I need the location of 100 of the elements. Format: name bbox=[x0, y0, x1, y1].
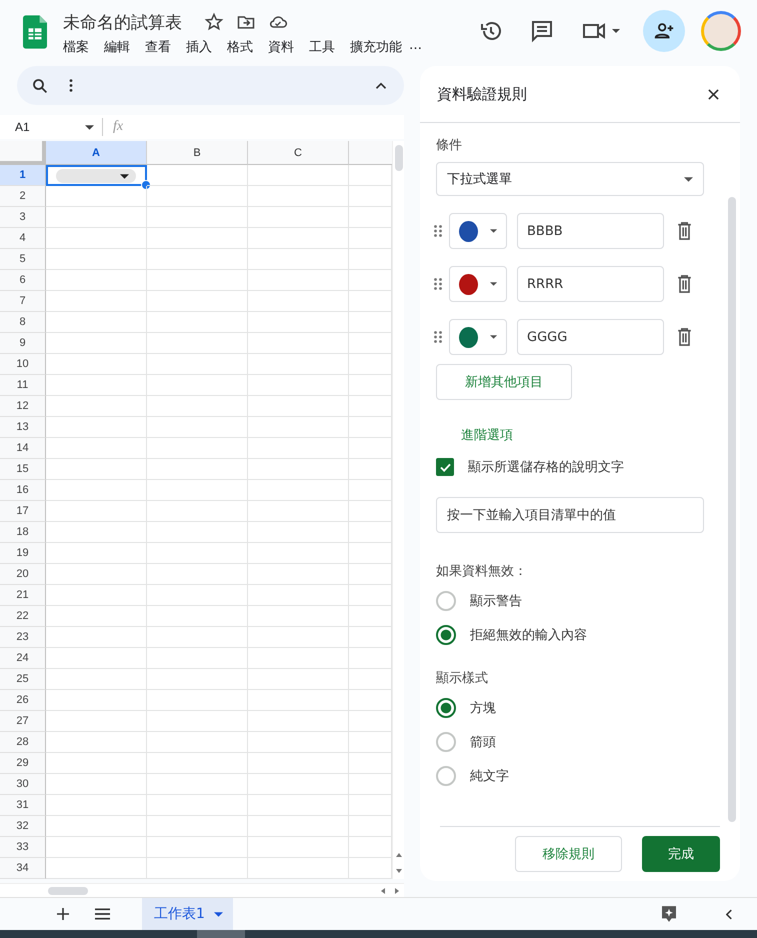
sheet-tab[interactable]: 工作表1 bbox=[142, 898, 233, 930]
criteria-dropdown[interactable]: 下拉式選單 bbox=[436, 162, 704, 196]
close-icon[interactable] bbox=[708, 88, 719, 100]
column-header[interactable]: B bbox=[147, 141, 248, 166]
row-header[interactable]: 34 bbox=[0, 858, 46, 880]
row-header[interactable]: 14 bbox=[0, 438, 46, 460]
row-header[interactable]: 8 bbox=[0, 312, 46, 334]
radio-button[interactable] bbox=[436, 732, 456, 752]
row-header[interactable]: 22 bbox=[0, 606, 46, 628]
star-icon[interactable] bbox=[204, 12, 224, 32]
row-header[interactable]: 4 bbox=[0, 228, 46, 250]
avatar[interactable] bbox=[701, 11, 741, 51]
explore-icon[interactable] bbox=[662, 906, 676, 922]
radio-label: 拒絕無效的輸入內容 bbox=[470, 627, 587, 644]
document-title[interactable]: 未命名的試算表 bbox=[63, 10, 182, 34]
row-header[interactable]: 30 bbox=[0, 774, 46, 796]
menu-item[interactable]: … bbox=[409, 38, 422, 56]
caret-icon bbox=[120, 174, 129, 179]
menu-item[interactable]: 資料 bbox=[268, 38, 294, 56]
radio-button[interactable] bbox=[436, 698, 456, 718]
row-header[interactable]: 19 bbox=[0, 543, 46, 564]
remove-rule-button[interactable]: 移除規則 bbox=[515, 836, 622, 872]
scroll-thumb[interactable] bbox=[394, 145, 402, 172]
row-header[interactable]: 15 bbox=[0, 459, 46, 480]
row-header[interactable]: 16 bbox=[0, 480, 46, 502]
item-input-field[interactable]: GGGG bbox=[517, 319, 664, 355]
sheets-logo-icon[interactable] bbox=[23, 15, 47, 49]
row-header[interactable]: 2 bbox=[0, 186, 46, 208]
row-header[interactable]: 32 bbox=[0, 816, 46, 838]
radio-button[interactable] bbox=[436, 766, 456, 786]
panel-scrollbar[interactable] bbox=[728, 197, 736, 822]
advanced-options-link[interactable]: 進階選項 bbox=[461, 426, 513, 444]
trash-icon[interactable] bbox=[677, 328, 692, 346]
menu-item[interactable]: 查看 bbox=[145, 38, 171, 56]
row-header[interactable]: 6 bbox=[0, 270, 46, 292]
collapse-left-icon[interactable] bbox=[726, 908, 733, 920]
fill-handle[interactable] bbox=[141, 180, 151, 190]
row-header[interactable]: 27 bbox=[0, 711, 46, 732]
row-header[interactable]: 9 bbox=[0, 333, 46, 354]
color-picker[interactable] bbox=[449, 319, 507, 355]
menu-item[interactable]: 編輯 bbox=[104, 38, 130, 56]
done-button[interactable]: 完成 bbox=[642, 836, 720, 872]
row-header[interactable]: 29 bbox=[0, 753, 46, 774]
row-header[interactable]: 7 bbox=[0, 291, 46, 312]
row-header[interactable]: 3 bbox=[0, 207, 46, 228]
column-header[interactable]: C bbox=[248, 141, 349, 166]
row-header[interactable]: 28 bbox=[0, 732, 46, 754]
radio-button[interactable] bbox=[436, 625, 456, 645]
drag-handle-icon[interactable] bbox=[434, 278, 442, 290]
row-header[interactable]: 26 bbox=[0, 690, 46, 712]
row-header[interactable]: 11 bbox=[0, 375, 46, 396]
color-picker[interactable] bbox=[449, 266, 507, 302]
row-header[interactable]: 23 bbox=[0, 627, 46, 648]
row-header[interactable]: 5 bbox=[0, 249, 46, 270]
row-header[interactable]: 25 bbox=[0, 669, 46, 690]
row-header[interactable]: 1 bbox=[0, 165, 46, 186]
menu-item[interactable]: 檔案 bbox=[63, 38, 89, 56]
row-header[interactable]: 10 bbox=[0, 354, 46, 376]
menu-item[interactable]: 工具 bbox=[309, 38, 335, 56]
color-picker[interactable] bbox=[449, 213, 507, 249]
radio-label: 方塊 bbox=[470, 700, 496, 717]
row-header[interactable]: 17 bbox=[0, 501, 46, 522]
drag-handle-icon[interactable] bbox=[434, 331, 442, 343]
menu-item[interactable]: 插入 bbox=[186, 38, 212, 56]
row-header[interactable]: 21 bbox=[0, 585, 46, 606]
comment-icon[interactable] bbox=[530, 19, 554, 43]
add-sheet-icon[interactable] bbox=[57, 908, 69, 920]
help-text-field[interactable]: 按一下並輸入項目清單中的值 bbox=[436, 497, 704, 533]
share-button[interactable] bbox=[643, 10, 685, 52]
vertical-scrollbar[interactable] bbox=[392, 141, 404, 880]
radio-button[interactable] bbox=[436, 591, 456, 611]
select-all-corner[interactable] bbox=[0, 141, 46, 166]
caret-icon[interactable] bbox=[85, 124, 94, 130]
row-header[interactable]: 31 bbox=[0, 795, 46, 816]
menu-icon[interactable] bbox=[95, 908, 110, 920]
more-options-icon[interactable] bbox=[69, 79, 73, 92]
drag-handle-icon[interactable] bbox=[434, 225, 442, 237]
column-header[interactable] bbox=[349, 141, 392, 166]
trash-icon[interactable] bbox=[677, 222, 692, 240]
row-header[interactable]: 12 bbox=[0, 396, 46, 418]
scroll-thumb[interactable] bbox=[48, 886, 88, 895]
row-header[interactable]: 24 bbox=[0, 648, 46, 670]
horizontal-scrollbar[interactable] bbox=[0, 883, 404, 897]
trash-icon[interactable] bbox=[677, 275, 692, 293]
add-item-button[interactable]: 新增其他項目 bbox=[436, 364, 572, 400]
checkbox[interactable] bbox=[436, 458, 454, 476]
search-icon[interactable] bbox=[31, 76, 49, 95]
item-input-field[interactable]: BBBB bbox=[517, 213, 664, 249]
menu-item[interactable]: 擴充功能 bbox=[350, 38, 402, 56]
history-icon[interactable] bbox=[479, 19, 503, 43]
row-header[interactable]: 13 bbox=[0, 417, 46, 438]
menu-item[interactable]: 格式 bbox=[227, 38, 253, 56]
item-input-field[interactable]: RRRR bbox=[517, 266, 664, 302]
name-box[interactable]: A1 bbox=[15, 120, 85, 134]
section-label: 顯示樣式 bbox=[436, 670, 488, 687]
row-header[interactable]: 33 bbox=[0, 837, 46, 858]
dropdown-value: 下拉式選單 bbox=[447, 171, 512, 188]
row-header[interactable]: 20 bbox=[0, 564, 46, 586]
row-header[interactable]: 18 bbox=[0, 522, 46, 544]
column-header[interactable]: A bbox=[46, 141, 147, 166]
